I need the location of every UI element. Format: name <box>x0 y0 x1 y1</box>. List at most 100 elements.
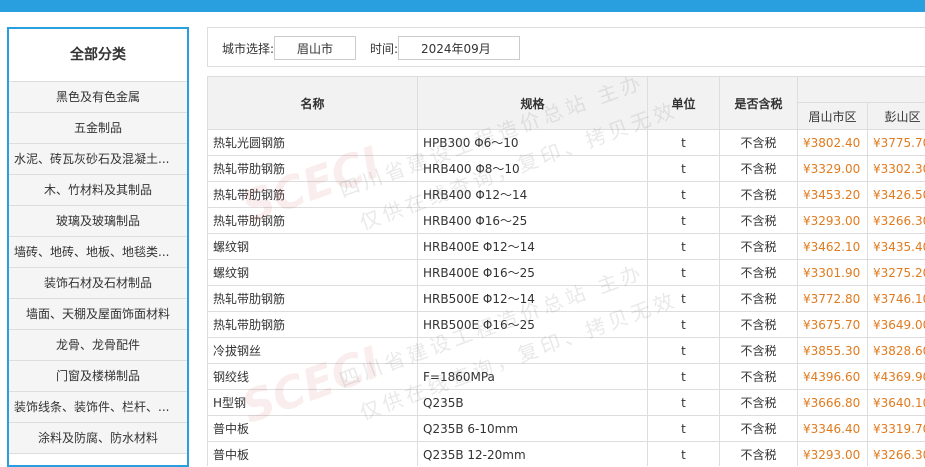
cell-name: 热轧带肋钢筋 <box>208 312 418 338</box>
table-row: 普中板Q235B 6-10mmt不含税¥3346.40¥3319.70 <box>208 416 925 442</box>
table-row: 螺纹钢HRB400E Φ12～14t不含税¥3462.10¥3435.40 <box>208 234 925 260</box>
table-row: H型钢Q235Bt不含税¥3666.80¥3640.10 <box>208 390 925 416</box>
sidebar-item[interactable]: 五金制品 <box>9 113 187 144</box>
sidebar-item[interactable]: 墙面、天棚及屋面饰面材料 <box>9 299 187 330</box>
cell-price-pengshan: ¥3775.70 <box>868 130 925 156</box>
cell-price-meishan: ¥4396.60 <box>798 364 868 390</box>
cell-price-pengshan: ¥3649.00 <box>868 312 925 338</box>
cell-unit: t <box>648 442 720 467</box>
cell-price-meishan: ¥3293.00 <box>798 442 868 467</box>
cell-price-pengshan: ¥3828.60 <box>868 338 925 364</box>
sidebar-item[interactable]: 龙骨、龙骨配件 <box>9 330 187 361</box>
cell-price-meishan: ¥3855.30 <box>798 338 868 364</box>
sidebar-item[interactable]: 木、竹材料及其制品 <box>9 175 187 206</box>
cell-unit: t <box>648 286 720 312</box>
sidebar-item[interactable]: 装饰线条、装饰件、栏杆、... <box>9 392 187 423</box>
header-spec: 规格 <box>418 77 648 130</box>
header-region-meishan: 眉山市区 <box>798 103 868 130</box>
cell-price-meishan: ¥3772.80 <box>798 286 868 312</box>
cell-unit: t <box>648 416 720 442</box>
cell-unit: t <box>648 208 720 234</box>
header-tax: 是否含税 <box>720 77 798 130</box>
sidebar-title: 全部分类 <box>9 29 187 82</box>
sidebar-item[interactable]: 涂料及防腐、防水材料 <box>9 423 187 454</box>
cell-unit: t <box>648 182 720 208</box>
sidebar-item[interactable]: 门窗及楼梯制品 <box>9 361 187 392</box>
cell-spec: HRB400E Φ12～14 <box>418 234 648 260</box>
price-table-container: 名称 规格 单位 是否含税 眉山市区 彭山区 热轧光圆钢筋HPB300 Φ6～1… <box>207 76 925 466</box>
cell-tax: 不含税 <box>720 338 798 364</box>
cell-name: 冷拔钢丝 <box>208 338 418 364</box>
cell-unit: t <box>648 364 720 390</box>
table-row: 热轧带肋钢筋HRB500E Φ16～25t不含税¥3675.70¥3649.00 <box>208 312 925 338</box>
cell-tax: 不含税 <box>720 234 798 260</box>
cell-tax: 不含税 <box>720 130 798 156</box>
cell-price-pengshan: ¥3426.50 <box>868 182 925 208</box>
cell-price-meishan: ¥3453.20 <box>798 182 868 208</box>
cell-spec <box>418 338 648 364</box>
cell-unit: t <box>648 390 720 416</box>
cell-spec: Q235B <box>418 390 648 416</box>
cell-unit: t <box>648 260 720 286</box>
sidebar-item[interactable]: 装饰石材及石材制品 <box>9 268 187 299</box>
time-label: 时间: <box>370 40 398 57</box>
sidebar-item[interactable]: 黑色及有色金属 <box>9 82 187 113</box>
cell-name: 螺纹钢 <box>208 234 418 260</box>
table-row: 热轧带肋钢筋HRB400 Φ8～10t不含税¥3329.00¥3302.30 <box>208 156 925 182</box>
cell-tax: 不含税 <box>720 156 798 182</box>
cell-price-pengshan: ¥3319.70 <box>868 416 925 442</box>
cell-name: 热轧带肋钢筋 <box>208 156 418 182</box>
cell-price-pengshan: ¥3640.10 <box>868 390 925 416</box>
table-row: 螺纹钢HRB400E Φ16～25t不含税¥3301.90¥3275.20 <box>208 260 925 286</box>
header-region-group <box>798 77 925 103</box>
cell-spec: HRB400E Φ16～25 <box>418 260 648 286</box>
table-row: 热轧带肋钢筋HRB400 Φ16～25t不含税¥3293.00¥3266.30 <box>208 208 925 234</box>
cell-price-pengshan: ¥3435.40 <box>868 234 925 260</box>
header-unit: 单位 <box>648 77 720 130</box>
cell-spec: Q235B 6-10mm <box>418 416 648 442</box>
cell-price-meishan: ¥3329.00 <box>798 156 868 182</box>
cell-spec: HRB400 Φ16～25 <box>418 208 648 234</box>
table-row: 热轧光圆钢筋HPB300 Φ6～10t不含税¥3802.40¥3775.70 <box>208 130 925 156</box>
cell-price-meishan: ¥3293.00 <box>798 208 868 234</box>
category-list: 黑色及有色金属五金制品水泥、砖瓦灰砂石及混凝土...木、竹材料及其制品玻璃及玻璃… <box>9 82 187 454</box>
cell-spec: HRB400 Φ8～10 <box>418 156 648 182</box>
cell-unit: t <box>648 130 720 156</box>
time-select-input[interactable] <box>398 36 520 60</box>
price-table: 名称 规格 单位 是否含税 眉山市区 彭山区 热轧光圆钢筋HPB300 Φ6～1… <box>207 76 925 466</box>
sidebar-item[interactable]: 墙砖、地砖、地板、地毯类... <box>9 237 187 268</box>
cell-name: 热轧带肋钢筋 <box>208 286 418 312</box>
filter-bar: 城市选择: 时间: <box>207 27 925 67</box>
city-label: 城市选择: <box>222 40 274 57</box>
cell-tax: 不含税 <box>720 260 798 286</box>
cell-tax: 不含税 <box>720 312 798 338</box>
table-row: 冷拔钢丝t不含税¥3855.30¥3828.60 <box>208 338 925 364</box>
category-sidebar: 全部分类 黑色及有色金属五金制品水泥、砖瓦灰砂石及混凝土...木、竹材料及其制品… <box>7 27 189 467</box>
cell-price-pengshan: ¥3266.30 <box>868 208 925 234</box>
cell-tax: 不含税 <box>720 182 798 208</box>
cell-tax: 不含税 <box>720 390 798 416</box>
cell-tax: 不含税 <box>720 208 798 234</box>
cell-name: 热轧带肋钢筋 <box>208 208 418 234</box>
cell-price-meishan: ¥3675.70 <box>798 312 868 338</box>
cell-tax: 不含税 <box>720 364 798 390</box>
cell-unit: t <box>648 312 720 338</box>
cell-price-meishan: ¥3802.40 <box>798 130 868 156</box>
cell-spec: HPB300 Φ6～10 <box>418 130 648 156</box>
cell-price-pengshan: ¥3275.20 <box>868 260 925 286</box>
cell-price-pengshan: ¥3266.30 <box>868 442 925 467</box>
cell-tax: 不含税 <box>720 416 798 442</box>
cell-spec: F=1860MPa <box>418 364 648 390</box>
cell-price-meishan: ¥3462.10 <box>798 234 868 260</box>
cell-price-meishan: ¥3666.80 <box>798 390 868 416</box>
cell-name: 钢绞线 <box>208 364 418 390</box>
cell-name: 螺纹钢 <box>208 260 418 286</box>
cell-price-meishan: ¥3346.40 <box>798 416 868 442</box>
header-region-pengshan: 彭山区 <box>868 103 925 130</box>
table-row: 钢绞线F=1860MPat不含税¥4396.60¥4369.90 <box>208 364 925 390</box>
table-row: 热轧带肋钢筋HRB500E Φ12～14t不含税¥3772.80¥3746.10 <box>208 286 925 312</box>
city-select-input[interactable] <box>274 36 356 60</box>
sidebar-item[interactable]: 水泥、砖瓦灰砂石及混凝土... <box>9 144 187 175</box>
sidebar-item[interactable]: 玻璃及玻璃制品 <box>9 206 187 237</box>
cell-spec: Q235B 12-20mm <box>418 442 648 467</box>
